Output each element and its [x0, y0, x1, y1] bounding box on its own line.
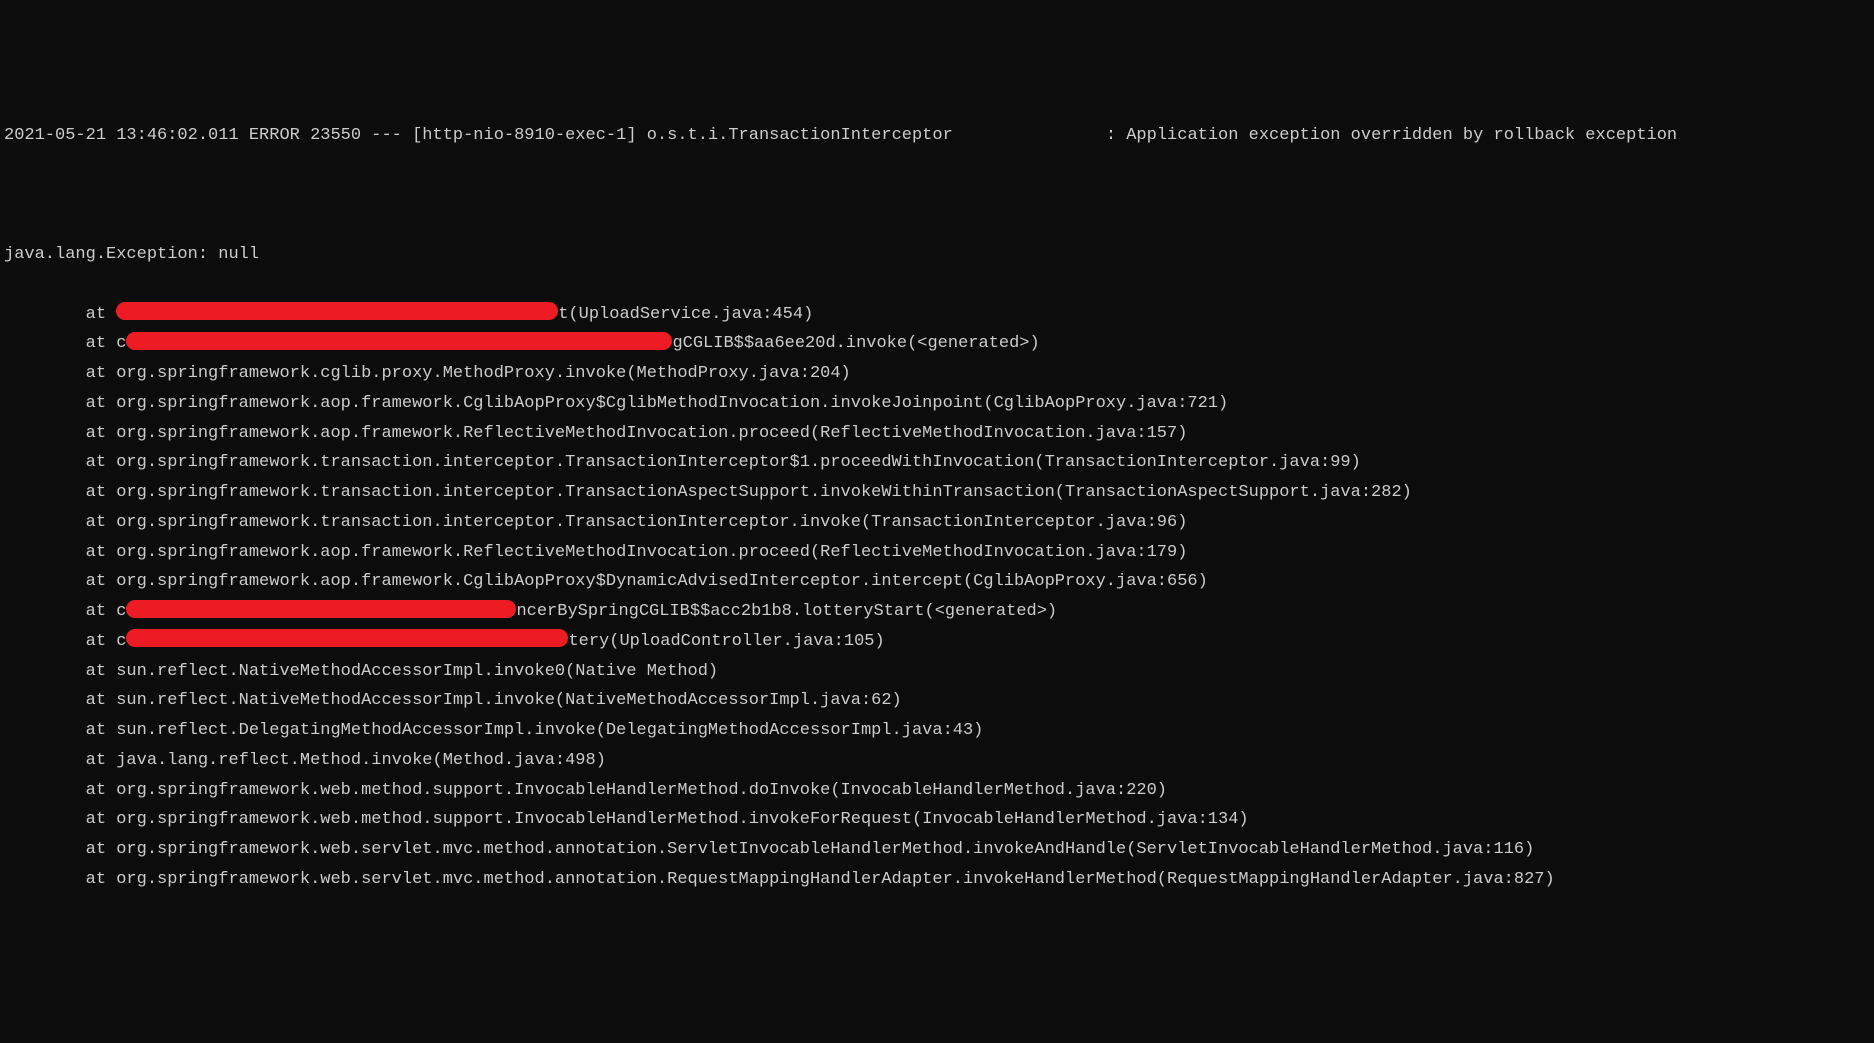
stack-text-suffix: ncerBySpringCGLIB$$acc2b1b8.lotteryStart… — [516, 602, 1057, 621]
stack-at-keyword: at — [86, 691, 117, 710]
exception-header: java.lang.Exception: null — [4, 240, 1870, 270]
stack-at-keyword: at — [86, 662, 117, 681]
stack-text-prefix: c — [116, 632, 126, 651]
log-header-line: 2021-05-21 13:46:02.011 ERROR 23550 --- … — [4, 121, 1870, 151]
stack-frame: at t(UploadService.java:454) — [4, 300, 1870, 330]
stack-text: org.springframework.web.servlet.mvc.meth… — [116, 870, 1554, 889]
redaction-bar — [126, 332, 672, 350]
stack-text: org.springframework.transaction.intercep… — [116, 513, 1187, 532]
exception-type: java.lang.Exception — [4, 245, 198, 264]
stack-text: org.springframework.cglib.proxy.MethodPr… — [116, 364, 851, 383]
stack-text-prefix: c — [116, 602, 126, 621]
blank-line — [4, 181, 1870, 211]
stack-at-keyword: at — [86, 632, 117, 651]
log-pid: 23550 — [310, 126, 361, 145]
stack-at-keyword: at — [86, 721, 117, 740]
stack-frame: at sun.reflect.DelegatingMethodAccessorI… — [4, 716, 1870, 746]
stack-text: sun.reflect.DelegatingMethodAccessorImpl… — [116, 721, 983, 740]
stack-at-keyword: at — [86, 810, 117, 829]
stack-text-suffix: tery(UploadController.java:105) — [568, 632, 884, 651]
stack-text: sun.reflect.NativeMethodAccessorImpl.inv… — [116, 691, 902, 710]
stack-text: org.springframework.transaction.intercep… — [116, 483, 1412, 502]
log-level: ERROR — [249, 126, 300, 145]
stack-at-keyword: at — [86, 840, 117, 859]
stack-at-keyword: at — [86, 572, 117, 591]
stack-at-keyword: at — [86, 394, 117, 413]
stack-at-keyword: at — [86, 483, 117, 502]
stack-text: org.springframework.transaction.intercep… — [116, 453, 1361, 472]
stack-frame: at org.springframework.aop.framework.Ref… — [4, 538, 1870, 568]
stack-at-keyword: at — [86, 305, 117, 324]
stack-at-keyword: at — [86, 543, 117, 562]
stack-trace: at t(UploadService.java:454) at c gCGLIB$… — [4, 300, 1870, 895]
stack-text: org.springframework.aop.framework.CglibA… — [116, 572, 1208, 591]
stack-frame: at java.lang.reflect.Method.invoke(Metho… — [4, 746, 1870, 776]
log-thread: [http-nio-8910-exec-1] — [412, 126, 636, 145]
stack-text-prefix: c — [116, 334, 126, 353]
stack-at-keyword: at — [86, 870, 117, 889]
stack-text-suffix: t(UploadService.java:454) — [558, 305, 813, 324]
stack-text: org.springframework.aop.framework.Reflec… — [116, 543, 1187, 562]
stack-frame: at org.springframework.web.servlet.mvc.m… — [4, 835, 1870, 865]
stack-frame: at org.springframework.transaction.inter… — [4, 508, 1870, 538]
stack-frame: at sun.reflect.NativeMethodAccessorImpl.… — [4, 657, 1870, 687]
stack-frame: at c ncerBySpringCGLIB$$acc2b1b8.lotteryS… — [4, 597, 1870, 627]
redaction-bar — [126, 600, 516, 618]
log-logger: o.s.t.i.TransactionInterceptor — [647, 126, 953, 145]
stack-at-keyword: at — [86, 513, 117, 532]
stack-at-keyword: at — [86, 364, 117, 383]
exception-message: null — [218, 245, 259, 264]
stack-frame: at sun.reflect.NativeMethodAccessorImpl.… — [4, 686, 1870, 716]
stack-frame: at org.springframework.aop.framework.Cgl… — [4, 567, 1870, 597]
stack-text: java.lang.reflect.Method.invoke(Method.j… — [116, 751, 606, 770]
stack-text: sun.reflect.NativeMethodAccessorImpl.inv… — [116, 662, 718, 681]
stack-at-keyword: at — [86, 334, 117, 353]
log-separator: --- — [371, 126, 402, 145]
log-timestamp: 2021-05-21 13:46:02.011 — [4, 126, 239, 145]
stack-at-keyword: at — [86, 424, 117, 443]
stack-text: org.springframework.web.method.support.I… — [116, 781, 1167, 800]
stack-frame: at org.springframework.aop.framework.Ref… — [4, 419, 1870, 449]
log-message: : Application exception overridden by ro… — [1106, 126, 1677, 145]
stack-frame: at org.springframework.transaction.inter… — [4, 478, 1870, 508]
redaction-bar — [116, 302, 558, 320]
stack-at-keyword: at — [86, 781, 117, 800]
redaction-bar — [126, 629, 568, 647]
stack-frame: at c gCGLIB$$aa6ee20d.invoke(<generated>) — [4, 329, 1870, 359]
stack-text: org.springframework.web.method.support.I… — [116, 810, 1248, 829]
stack-at-keyword: at — [86, 751, 117, 770]
stack-frame: at org.springframework.web.method.suppor… — [4, 805, 1870, 835]
stack-at-keyword: at — [86, 602, 117, 621]
stack-text-suffix: gCGLIB$$aa6ee20d.invoke(<generated>) — [672, 334, 1039, 353]
stack-frame: at org.springframework.aop.framework.Cgl… — [4, 389, 1870, 419]
stack-text: org.springframework.aop.framework.CglibA… — [116, 394, 1228, 413]
stack-frame: at org.springframework.web.servlet.mvc.m… — [4, 865, 1870, 895]
stack-text: org.springframework.aop.framework.Reflec… — [116, 424, 1187, 443]
stack-frame: at c tery(UploadController.java:105) — [4, 627, 1870, 657]
stack-frame: at org.springframework.transaction.inter… — [4, 448, 1870, 478]
stack-text: org.springframework.web.servlet.mvc.meth… — [116, 840, 1534, 859]
stack-at-keyword: at — [86, 453, 117, 472]
stack-frame: at org.springframework.cglib.proxy.Metho… — [4, 359, 1870, 389]
